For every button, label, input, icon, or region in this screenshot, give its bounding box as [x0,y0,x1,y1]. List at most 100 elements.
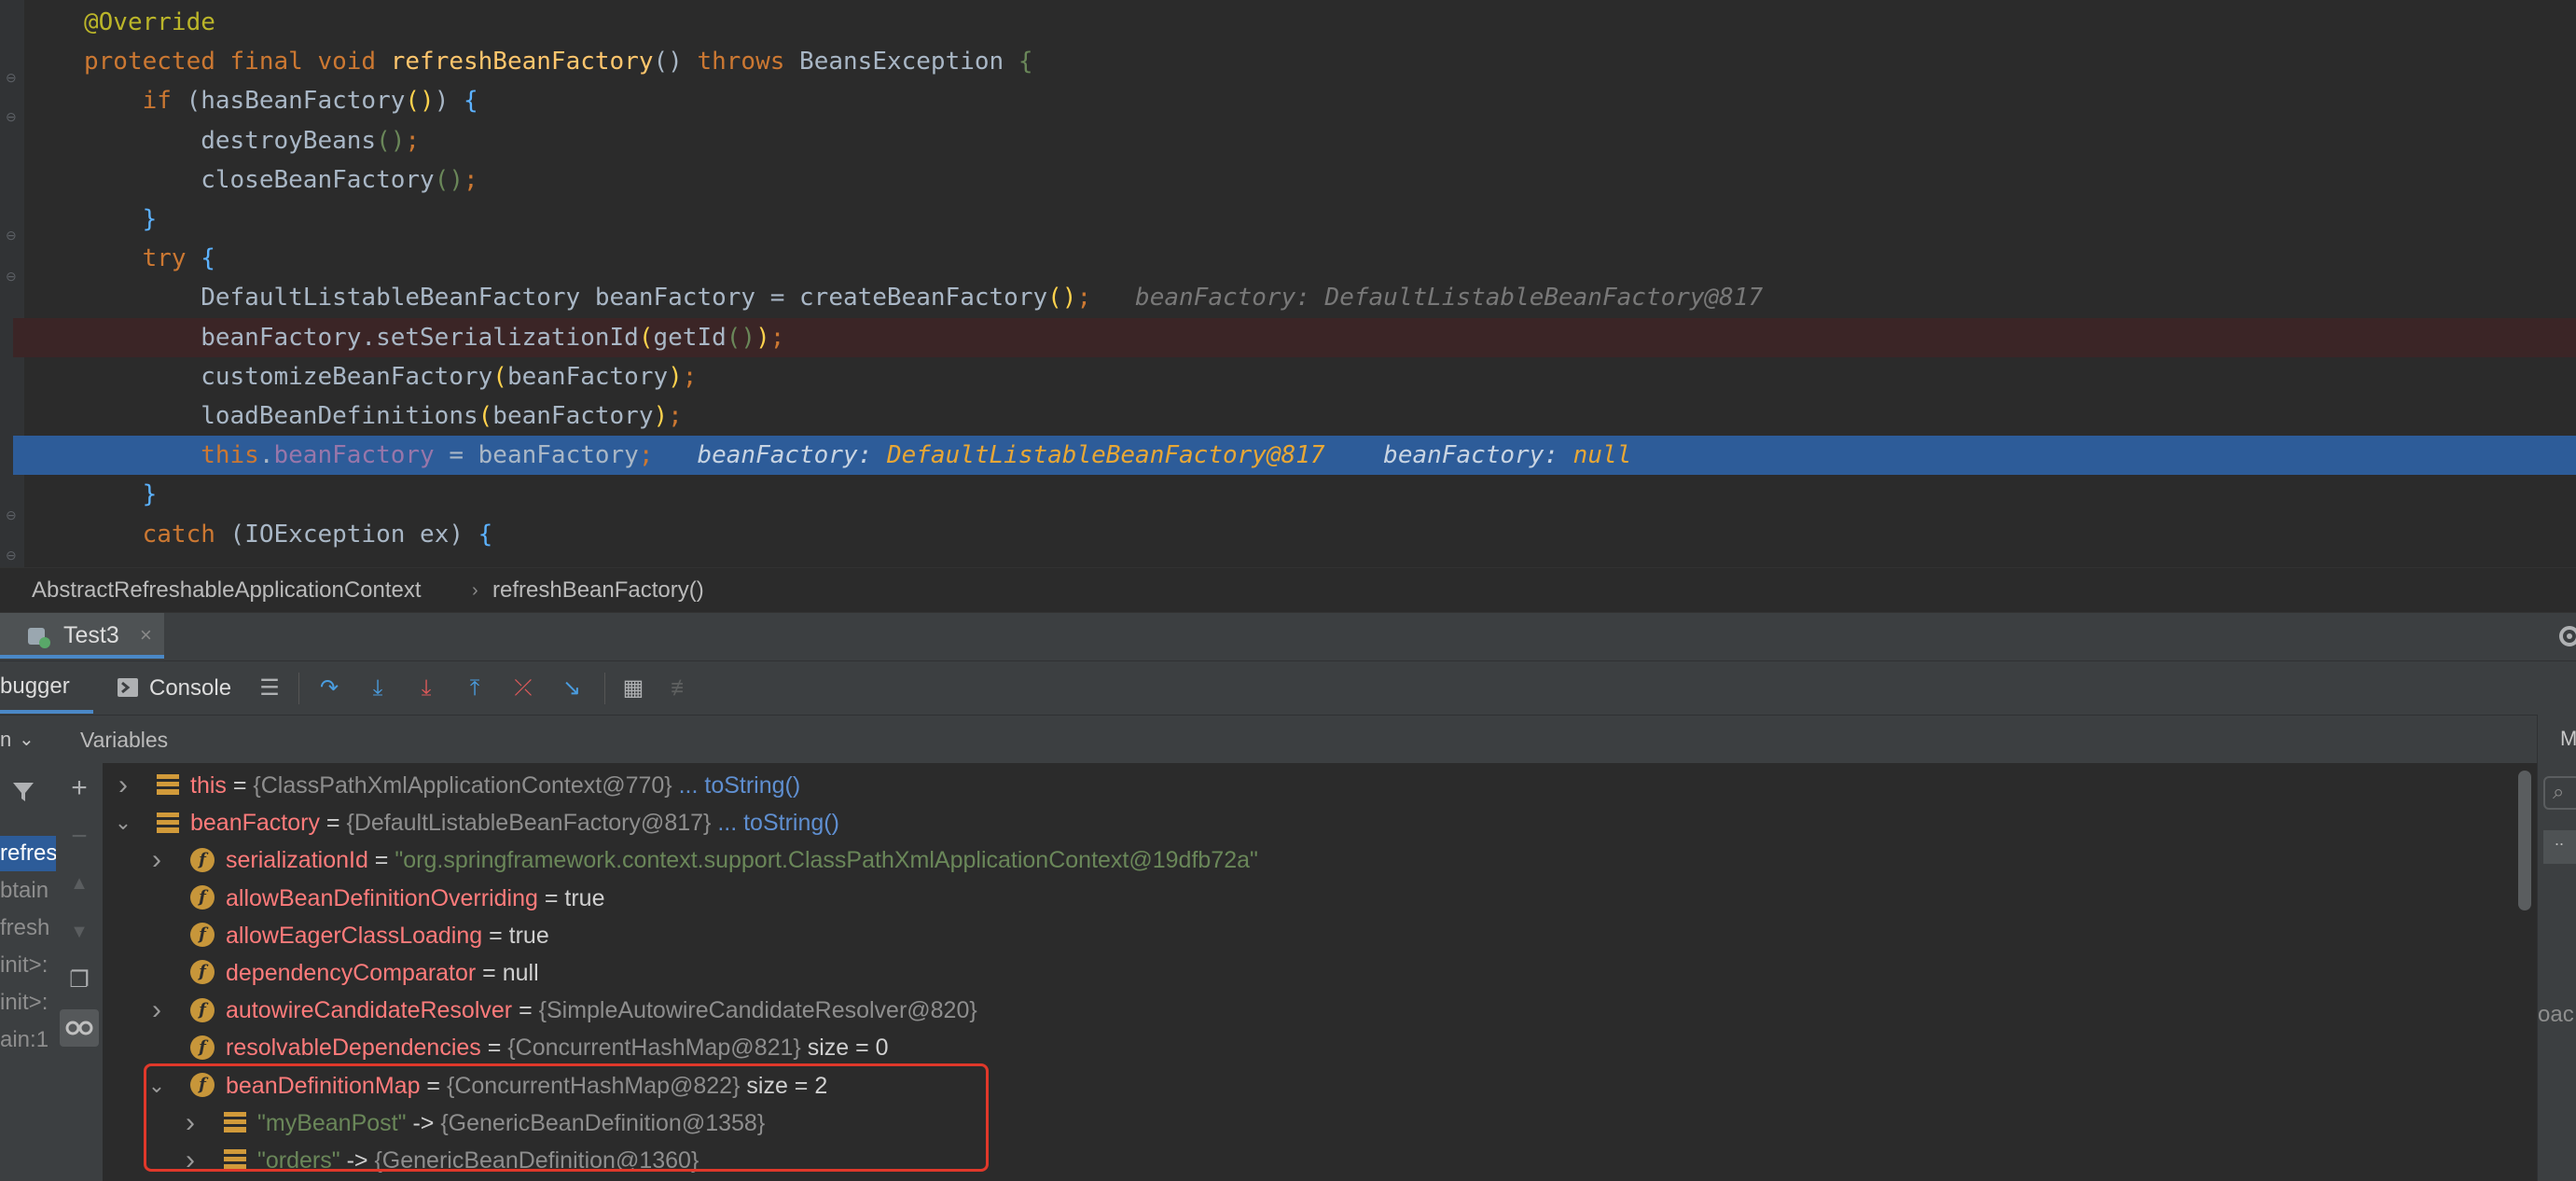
frame-item[interactable]: init>: [0,948,56,983]
step-over-icon[interactable]: ↷ [315,674,343,702]
variable-row[interactable]: f allowBeanDefinitionOverriding = true [103,880,2509,917]
step-into-icon[interactable]: ⤓ [364,674,392,702]
remove-watch-icon[interactable]: − [65,823,93,851]
code-token: { [1018,48,1033,76]
field-icon: f [190,960,215,985]
frame-item[interactable]: fresh [0,910,56,946]
field-icon: f [190,884,215,910]
code-token: ( [492,362,507,391]
code-token: beanFactory [506,362,669,391]
code-line-text: try { [84,239,215,278]
tab-console[interactable]: Console [116,661,237,716]
variable-row[interactable]: f allowEagerClassLoading = true [103,917,2509,954]
variable-row[interactable]: › f serializationId = "org.springframework… [103,841,2509,879]
filter-icon[interactable] [11,780,35,804]
code-token: beanFactory: [653,441,887,470]
code-token: beanFactory.setSerializationId [84,323,639,352]
code-line-text: } [84,200,158,239]
variable-content: beanFactory = {DefaultListableBeanFactor… [157,804,839,841]
to-string-link[interactable]: ... toString() [711,810,839,836]
variable-value: "org.springframework.context.support.Cla… [395,847,1258,874]
variable-content: f resolvableDependencies = {ConcurrentHas… [190,1029,889,1066]
code-line[interactable]: closeBeanFactory(); [0,160,2576,200]
console-icon [118,678,138,697]
variable-row[interactable]: › f autowireCandidateResolver = {SimpleAut… [103,992,2509,1029]
variable-name: allowEagerClassLoading [226,922,483,949]
variable-value: {ClassPathXmlApplicationContext@770} [253,772,672,799]
show-watches-toggle[interactable] [60,1009,99,1047]
code-token: { [201,244,215,273]
chevron-right-icon[interactable]: › [147,841,166,879]
code-line[interactable]: loadBeanDefinitions(beanFactory); [0,396,2576,436]
move-up-icon[interactable]: ▲ [65,869,93,897]
close-icon[interactable]: × [140,613,152,658]
code-token: refreshBeanFactory [390,48,654,76]
code-line-text: loadBeanDefinitions(beanFactory); [84,396,683,436]
variable-row[interactable]: › this = {ClassPathXmlApplicationContext@… [103,767,2509,804]
code-line[interactable]: } [0,475,2576,514]
evaluate-expression-icon[interactable]: ▦ [619,674,647,702]
variable-name: beanFactory [190,810,320,837]
code-line[interactable]: if (hasBeanFactory()) { [0,81,2576,120]
variables-scrollbar-thumb[interactable] [2518,771,2531,910]
code-line[interactable]: destroyBeans(); [0,121,2576,160]
code-token: ) [434,87,464,116]
gear-icon[interactable] [2555,622,2576,650]
code-line[interactable]: this.beanFactory = beanFactory; beanFact… [13,436,2576,476]
variable-value: = true [482,922,549,949]
tab-debugger[interactable]: bugger [0,661,93,716]
add-watch-icon[interactable]: + [65,774,93,802]
code-editor[interactable]: ⊖ ⊖ ⊖ ⊖ ⊖ ⊖ @Override protected final voi… [0,0,2576,567]
breadcrumb-class[interactable]: AbstractRefreshableApplicationContext [32,568,422,613]
code-line[interactable]: } [0,200,2576,239]
force-step-into-icon[interactable]: ⤓ [412,674,440,702]
code-line[interactable]: beanFactory.setSerializationId(getId()); [13,317,2576,357]
code-token: () [434,165,464,194]
variable-content: this = {ClassPathXmlApplicationContext@7… [157,767,800,804]
run-to-cursor-icon[interactable]: ↘ [558,674,586,702]
search-input[interactable]: ⌕ [2543,776,2576,810]
variable-row[interactable]: f dependencyComparator = null [103,954,2509,992]
variable-content: f autowireCandidateResolver = {SimpleAuto… [190,992,977,1029]
code-line[interactable]: try { [0,239,2576,278]
frame-item[interactable]: refresh [0,836,56,871]
object-icon [157,812,179,833]
variable-row[interactable]: f resolvableDependencies = {ConcurrentHas… [103,1029,2509,1066]
to-string-link[interactable]: ... toString() [672,772,801,799]
step-out-icon[interactable]: ⤒ [461,674,489,702]
field-icon: f [190,1035,215,1060]
breadcrumb: AbstractRefreshableApplicationContext › … [0,567,2576,613]
code-line[interactable]: customizeBeanFactory(beanFactory); [0,357,2576,396]
move-down-icon[interactable]: ▼ [65,918,93,946]
thread-selector-partial[interactable]: n [0,716,11,764]
variables-tree[interactable]: › this = {ClassPathXmlApplicationContext@… [103,763,2513,1181]
breadcrumb-method[interactable]: refreshBeanFactory() [492,568,704,613]
frame-item[interactable]: btain [0,873,56,909]
chevron-down-icon[interactable]: ⌄ [19,716,35,764]
code-line-text: catch (IOException ex) { [84,515,493,554]
code-token: ; [638,441,654,470]
more-button[interactable]: .. [2543,830,2576,864]
copy-icon[interactable]: ❐ [65,966,93,994]
code-line[interactable]: DefaultListableBeanFactory beanFactory =… [0,278,2576,317]
code-line[interactable]: @Override [0,3,2576,42]
session-tab-test3[interactable]: Test3 × [0,613,164,659]
chevron-right-icon[interactable]: › [147,992,166,1029]
frame-item[interactable]: init>: [0,985,56,1021]
variable-name: resolvableDependencies [226,1035,481,1062]
code-token: closeBeanFactory [84,165,435,194]
layout-menu-icon[interactable]: ☰ [256,674,284,702]
drop-frame-icon[interactable]: ⤫ [509,674,537,702]
chevron-right-icon[interactable]: › [114,767,132,804]
code-line[interactable]: catch (IOException ex) { [0,515,2576,554]
code-token: (IOException ex) [229,520,478,549]
frame-item[interactable]: ain:1 [0,1022,56,1058]
code-line-text: if (hasBeanFactory()) { [84,81,478,120]
trace-stream-icon[interactable]: ≢ [668,674,696,702]
variables-scrollbar-track[interactable] [2513,763,2537,1181]
code-line[interactable]: protected final void refreshBeanFactory(… [0,42,2576,81]
chevron-down-icon[interactable]: ⌄ [114,804,132,841]
variables-header: Variables [56,715,2537,764]
variable-row[interactable]: ⌄ beanFactory = {DefaultListableBeanFacto… [103,804,2509,841]
frames-list: refreshbtainfreshinit>:init>:ain:1 [0,763,56,1181]
